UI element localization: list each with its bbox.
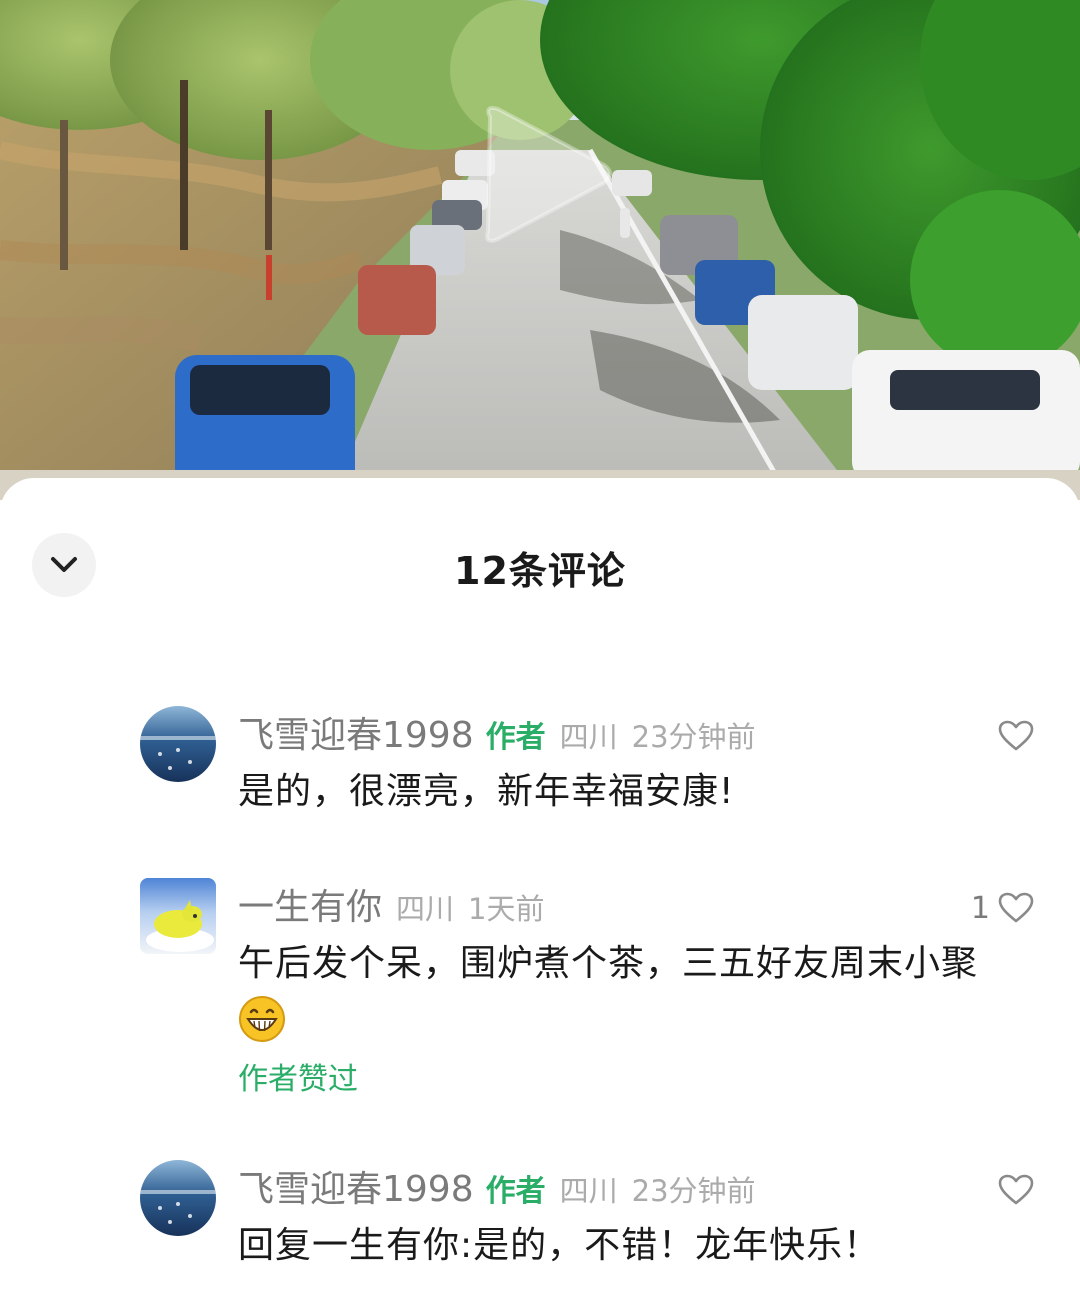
username[interactable]: 飞雪迎春1998 (238, 706, 474, 758)
play-icon[interactable] (470, 95, 620, 255)
timestamp: 1天前 (468, 892, 545, 926)
heart-outline-icon (998, 1174, 1034, 1205)
lake-avatar-image (140, 1160, 216, 1236)
comment-sheet: 12条评论 飞雪迎春1998 作者 四川 23分钟前 是的，很漂亮，新年幸福安康… (0, 478, 1080, 1305)
location: 四川 (396, 892, 455, 926)
comment-text: 回复一生有你:是的，不错！龙年快乐！ (238, 1225, 881, 1266)
comment-count-title: 12条评论 (454, 549, 626, 593)
like-button[interactable] (990, 716, 1034, 756)
comment-text-content: 午后发个呆，围炉煮个茶，三五好友周末小聚 (238, 943, 979, 984)
username[interactable]: 一生有你 (238, 878, 382, 930)
avatar[interactable] (140, 706, 216, 782)
timestamp: 23分钟前 (631, 720, 756, 754)
avatar[interactable] (140, 1160, 216, 1236)
liked-by-author-label: 作者赞过 (238, 1062, 358, 1097)
yellow-toy-avatar-image (140, 878, 216, 954)
comment-text: 午后发个呆，围炉煮个茶，三五好友周末小聚 (238, 938, 1048, 1043)
comment-meta: 飞雪迎春1998 作者 四川 23分钟前 (238, 1160, 756, 1210)
heart-outline-icon (998, 892, 1034, 923)
avatar[interactable] (140, 878, 216, 954)
grinning-face-emoji-icon (239, 996, 285, 1042)
location: 四川 (559, 1174, 618, 1208)
comment-text: 是的，很漂亮，新年幸福安康! (238, 771, 735, 812)
lake-avatar-image (140, 706, 216, 782)
video-player[interactable] (0, 0, 1080, 500)
like-count: 1 (970, 890, 990, 926)
author-badge: 作者 (485, 720, 546, 755)
location: 四川 (559, 720, 618, 754)
comment-meta: 飞雪迎春1998 作者 四川 23分钟前 (238, 706, 756, 756)
like-button[interactable]: 1 (971, 888, 1034, 928)
comments-screen: 12条评论 飞雪迎春1998 作者 四川 23分钟前 是的，很漂亮，新年幸福安康… (0, 0, 1080, 1305)
username[interactable]: 飞雪迎春1998 (238, 1160, 474, 1212)
comment-meta: 一生有你 四川 1天前 (238, 878, 544, 928)
like-button[interactable] (990, 1170, 1034, 1210)
timestamp: 23分钟前 (631, 1174, 756, 1208)
heart-outline-icon (998, 720, 1034, 751)
author-badge: 作者 (485, 1174, 546, 1209)
